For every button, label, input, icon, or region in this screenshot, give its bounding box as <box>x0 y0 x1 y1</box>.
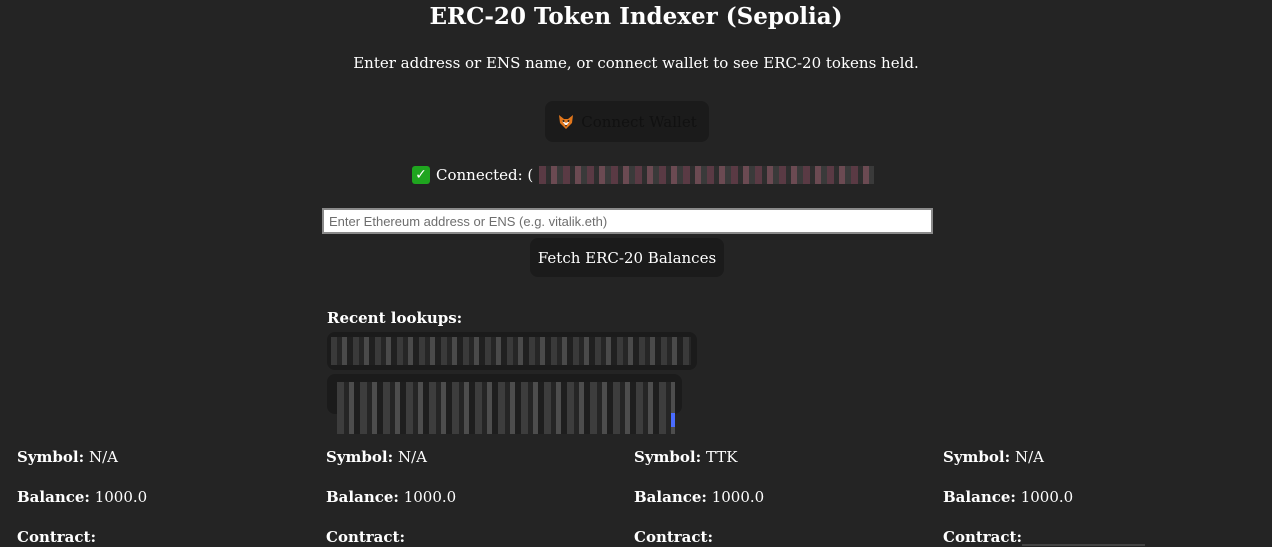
symbol-value: N/A <box>1014 448 1044 466</box>
symbol-label: Symbol: <box>326 448 394 466</box>
connected-status: ✓ Connected: ( <box>412 165 875 185</box>
contract-label: Contract: <box>17 528 96 546</box>
token-contract: Contract: <box>17 527 317 547</box>
balance-label: Balance: <box>634 488 707 506</box>
token-balance: Balance: 1000.0 <box>17 487 317 507</box>
token-card: Symbol: N/A Balance: 1000.0 Contract: <box>326 447 626 547</box>
connect-wallet-label: Connect Wallet <box>581 112 697 131</box>
redacted-address <box>331 337 691 365</box>
token-balance: Balance: 1000.0 <box>326 487 626 507</box>
token-symbol: Symbol: N/A <box>326 447 626 467</box>
page-subtitle: Enter address or ENS name, or connect wa… <box>353 54 919 72</box>
symbol-label: Symbol: <box>634 448 702 466</box>
balance-value: 1000.0 <box>94 488 148 506</box>
contract-label: Contract: <box>634 528 713 546</box>
symbol-label: Symbol: <box>943 448 1011 466</box>
balance-value: 1000.0 <box>403 488 457 506</box>
connected-address-redacted <box>539 166 875 184</box>
token-card: Symbol: N/A Balance: 1000.0 Contract: <box>17 447 317 547</box>
recent-lookups-title: Recent lookups: <box>327 309 463 327</box>
token-balance: Balance: 1000.0 <box>943 487 1243 507</box>
token-symbol: Symbol: TTK <box>634 447 934 467</box>
balance-label: Balance: <box>17 488 90 506</box>
balance-value: 1000.0 <box>711 488 765 506</box>
balance-value: 1000.0 <box>1020 488 1074 506</box>
token-card: Symbol: N/A Balance: 1000.0 Contract: <box>943 447 1243 547</box>
token-contract: Contract: <box>326 527 626 547</box>
symbol-value: N/A <box>88 448 118 466</box>
balance-label: Balance: <box>943 488 1016 506</box>
balance-label: Balance: <box>326 488 399 506</box>
recent-lookup-item[interactable] <box>327 332 697 370</box>
contract-label: Contract: <box>326 528 405 546</box>
connect-wallet-button[interactable]: Connect Wallet <box>545 101 709 142</box>
scroll-indicator <box>671 413 675 427</box>
token-contract: Contract: <box>634 527 934 547</box>
fetch-balances-button[interactable]: Fetch ERC-20 Balances <box>530 238 724 277</box>
connected-label: Connected: ( <box>436 166 534 184</box>
recent-lookup-item[interactable] <box>327 374 682 434</box>
redacted-address <box>337 382 675 434</box>
address-input[interactable] <box>322 208 933 234</box>
fox-icon <box>557 113 575 131</box>
symbol-value: TTK <box>705 448 738 466</box>
check-icon: ✓ <box>412 166 430 184</box>
token-balance: Balance: 1000.0 <box>634 487 934 507</box>
symbol-value: N/A <box>397 448 427 466</box>
token-symbol: Symbol: N/A <box>17 447 317 467</box>
page-title: ERC-20 Token Indexer (Sepolia) <box>429 3 843 30</box>
contract-label: Contract: <box>943 528 1022 546</box>
token-card: Symbol: TTK Balance: 1000.0 Contract: <box>634 447 934 547</box>
symbol-label: Symbol: <box>17 448 85 466</box>
contract-link-underline <box>1022 544 1145 546</box>
page: ERC-20 Token Indexer (Sepolia) Enter add… <box>0 0 1272 547</box>
token-symbol: Symbol: N/A <box>943 447 1243 467</box>
